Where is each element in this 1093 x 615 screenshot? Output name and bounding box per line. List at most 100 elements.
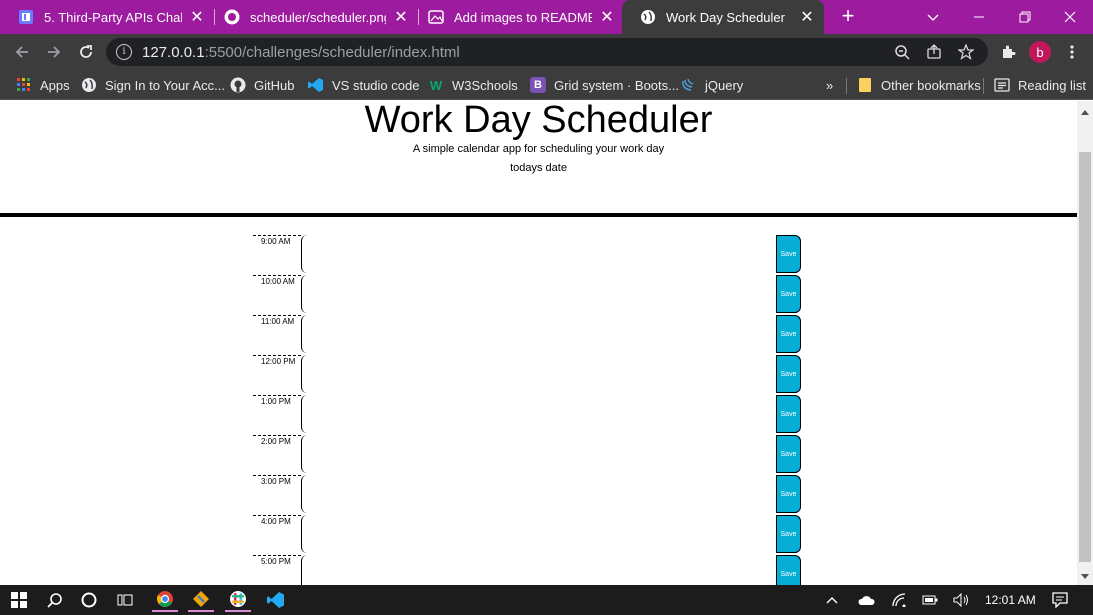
save-button[interactable]: Save [776,235,801,273]
notifications-icon[interactable] [1052,592,1068,608]
close-window-button[interactable] [1047,0,1093,34]
search-icon[interactable] [42,588,68,612]
save-button[interactable]: Save [776,555,801,585]
bookmark-label: GitHub [254,77,295,93]
save-button[interactable]: Save [776,435,801,473]
reading-list-button[interactable]: Reading list [994,76,1086,94]
save-button[interactable]: Save [776,395,801,433]
tab-scheduler-png[interactable]: scheduler/scheduler.png a ✕ [206,0,418,34]
windows-start-icon[interactable] [6,588,32,612]
site-info-icon[interactable]: i [116,44,132,60]
battery-icon[interactable] [922,592,938,608]
save-button[interactable]: Save [776,275,801,313]
close-tab-icon[interactable]: ✕ [392,8,410,26]
tab-title: Add images to README G [454,9,592,25]
menu-icon[interactable] [1060,40,1084,64]
save-button[interactable]: Save [776,515,801,553]
onedrive-icon[interactable] [857,592,875,608]
hour-label: 4:00 PM [253,515,301,553]
hour-label: 2:00 PM [253,435,301,473]
close-tab-icon[interactable]: ✕ [598,8,616,26]
share-icon[interactable] [924,42,944,62]
taskbar-clock[interactable]: 12:01 AM [985,593,1036,607]
bookmark-label: Other bookmarks [881,77,981,93]
tab-add-images-readme[interactable]: Add images to README G ✕ [410,0,624,34]
extensions-icon[interactable] [996,40,1020,64]
scroll-down-arrow-icon[interactable] [1081,574,1089,579]
vscode-taskbar-icon[interactable] [263,588,289,612]
bookmark-label: jQuery [705,77,744,93]
time-block: 9:00 AM Save [253,235,803,275]
github-icon [224,9,240,25]
new-tab-button[interactable]: + [836,5,860,29]
description-textarea[interactable] [301,275,776,313]
description-textarea[interactable] [301,395,776,433]
close-tab-icon[interactable]: ✕ [188,8,206,26]
windows-taskbar: 12:01 AM [0,585,1093,615]
save-button[interactable]: Save [776,475,801,513]
time-block: 5:00 PM Save [253,555,803,585]
globe-icon [81,77,97,93]
description-textarea[interactable] [301,315,776,353]
bookmark-label: Reading list [1018,77,1086,93]
cortana-icon[interactable] [76,588,102,612]
bookmark-github[interactable]: GitHub [230,76,294,94]
slack-taskbar-icon[interactable] [225,588,251,612]
description-textarea[interactable] [301,555,776,585]
reading-list-icon [994,77,1010,93]
tab-title: Work Day Scheduler [666,9,785,25]
restore-button[interactable] [1002,0,1048,34]
save-button[interactable]: Save [776,315,801,353]
bookmark-vs-code[interactable]: VS studio code [308,76,419,94]
tab-title: scheduler/scheduler.png a [250,9,386,25]
bookmark-bootstrap-grid[interactable]: B Grid system · Boots... [530,76,679,94]
bookmark-label: W3Schools [452,77,518,93]
tab-third-party-apis[interactable]: 5. Third-Party APIs Challen ✕ [0,0,214,34]
bookmarks-divider [846,78,847,94]
bookmark-label: Sign In to Your Acc... [105,77,225,93]
git-taskbar-icon[interactable] [188,588,214,612]
back-button[interactable] [10,40,34,64]
save-button[interactable]: Save [776,355,801,393]
close-tab-icon[interactable]: ✕ [798,8,816,26]
wifi-icon[interactable] [891,592,907,608]
address-bar[interactable]: i 127.0.0.1:5500/challenges/scheduler/in… [106,38,988,66]
time-block: 1:00 PM Save [253,395,803,435]
bookmark-w3schools[interactable]: W W3Schools [428,76,518,94]
description-textarea[interactable] [301,515,776,553]
profile-avatar[interactable]: b [1029,41,1051,63]
time-block: 4:00 PM Save [253,515,803,555]
github-icon [230,77,246,93]
show-hidden-icons-button[interactable] [826,592,838,608]
task-view-icon[interactable] [112,588,138,612]
description-textarea[interactable] [301,435,776,473]
bookmark-jquery[interactable]: jQuery [681,76,743,94]
hour-label: 5:00 PM [253,555,301,585]
scroll-up-arrow-icon[interactable] [1081,110,1089,115]
reload-button[interactable] [74,40,98,64]
hour-label: 9:00 AM [253,235,301,273]
tab-search-icon[interactable] [910,0,956,34]
minimize-button[interactable] [956,0,1002,34]
hour-label: 11:00 AM [253,315,301,353]
forward-button[interactable] [42,40,66,64]
description-textarea[interactable] [301,235,776,273]
other-bookmarks-folder[interactable]: Other bookmarks [857,76,981,94]
page-scrollbar[interactable] [1077,101,1093,585]
course-icon [18,9,34,25]
description-textarea[interactable] [301,475,776,513]
zoom-icon[interactable] [892,42,912,62]
scrollbar-thumb[interactable] [1079,152,1091,562]
address-url[interactable]: 127.0.0.1:5500/challenges/scheduler/inde… [142,44,460,61]
bookmarks-overflow-button[interactable]: » [826,76,833,94]
bookmark-star-icon[interactable] [956,42,976,62]
volume-icon[interactable] [953,592,971,608]
hour-label: 10:00 AM [253,275,301,313]
image-icon [428,9,444,25]
bookmark-label: Grid system · Boots... [554,77,679,93]
chrome-taskbar-icon[interactable] [152,588,178,612]
bookmark-apps[interactable]: Apps [16,76,70,94]
bookmark-sign-in[interactable]: Sign In to Your Acc... [81,76,225,94]
description-textarea[interactable] [301,355,776,393]
tab-work-day-scheduler[interactable]: Work Day Scheduler ✕ [622,0,824,34]
